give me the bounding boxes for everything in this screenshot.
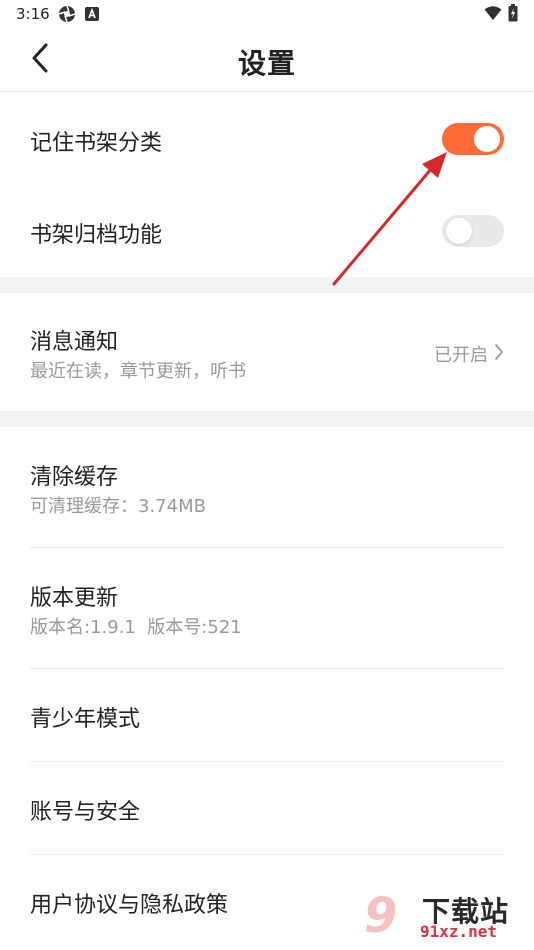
status-bar: 3:16 (0, 0, 534, 28)
title-bar: 设置 (0, 28, 534, 92)
status-right-icons (484, 4, 518, 26)
notifications-status: 已开启 (434, 341, 504, 367)
camera-aperture-icon (58, 5, 76, 27)
status-left-icons (58, 5, 100, 27)
accessibility-a-icon (84, 6, 100, 26)
toggle-knob (446, 218, 472, 244)
notifications-status-text: 已开启 (434, 345, 488, 366)
setting-account-security[interactable]: 账号与安全 (0, 762, 534, 854)
setting-clear-cache[interactable]: 清除缓存 可清理缓存：3.74MB (0, 427, 534, 547)
setting-label: 青少年模式 (30, 707, 141, 732)
watermark-nine-mark: 9 (364, 888, 398, 944)
setting-label: 账号与安全 (30, 800, 141, 825)
setting-subtitle: 可清理缓存：3.74MB (30, 496, 206, 517)
setting-shelf-archive: 书架归档功能 (0, 185, 534, 277)
status-time: 3:16 (16, 5, 50, 23)
setting-label: 清除缓存 (30, 465, 119, 490)
remember-shelf-toggle[interactable] (442, 123, 504, 155)
watermark-logo: 9 下载站 91xz.net (360, 888, 528, 946)
setting-label: 记住书架分类 (30, 131, 163, 156)
toggle-knob (474, 126, 500, 152)
watermark-domain: 91xz.net (420, 922, 498, 941)
setting-label: 版本更新 (30, 586, 119, 611)
setting-remember-shelf: 记住书架分类 (0, 93, 534, 185)
setting-subtitle: 版本名:1.9.1 版本号:521 (30, 617, 242, 638)
setting-teen-mode[interactable]: 青少年模式 (0, 669, 534, 761)
section-gap (0, 411, 534, 427)
setting-subtitle: 最近在读，章节更新，听书 (30, 361, 246, 382)
chevron-right-icon (494, 343, 504, 366)
page-title: 设置 (237, 47, 296, 80)
setting-label: 用户协议与隐私政策 (30, 893, 229, 918)
section-gap (0, 277, 534, 293)
battery-charging-icon (508, 4, 518, 26)
setting-version[interactable]: 版本更新 版本名:1.9.1 版本号:521 (0, 548, 534, 668)
shelf-archive-toggle[interactable] (442, 215, 504, 247)
setting-notifications[interactable]: 消息通知 最近在读，章节更新，听书 已开启 (0, 293, 534, 411)
setting-label: 书架归档功能 (30, 223, 163, 248)
wifi-icon (484, 5, 502, 25)
setting-label: 消息通知 (30, 330, 119, 355)
